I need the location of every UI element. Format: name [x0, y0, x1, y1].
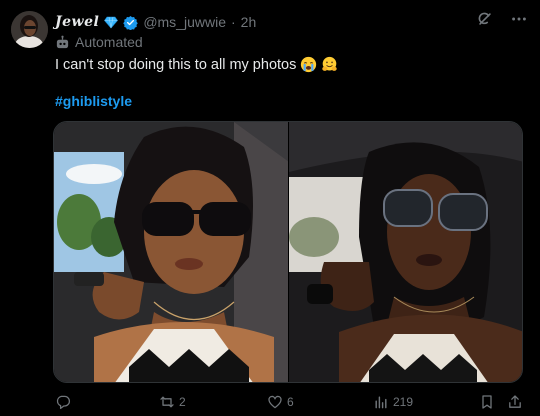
header-actions — [476, 10, 528, 28]
user-handle[interactable]: @ms_juwwie — [143, 14, 226, 30]
share-button[interactable] — [507, 394, 523, 410]
bookmark-button[interactable] — [479, 394, 495, 410]
hashtag-link[interactable]: #ghiblistyle — [55, 93, 132, 109]
verified-badge-icon — [123, 15, 139, 30]
reply-button[interactable] — [55, 394, 75, 410]
like-count: 6 — [287, 395, 294, 409]
ghibli-portrait-image — [54, 122, 288, 382]
repost-icon — [159, 394, 175, 410]
timestamp[interactable]: 2h — [241, 14, 257, 30]
tweet-header: Jewel @ms_juwwie · 2h — [55, 12, 256, 32]
original-selfie-image — [288, 122, 522, 382]
tweet-actions: 2 6 219 — [55, 394, 525, 414]
grok-icon[interactable] — [476, 10, 494, 28]
media-image-ghibli[interactable] — [54, 122, 288, 382]
avatar[interactable] — [11, 11, 48, 48]
tweet-text-content: I can't stop doing this to all my photos — [55, 56, 297, 73]
separator-dot: · — [231, 14, 236, 30]
hugging-face-emoji — [321, 56, 338, 73]
tweet-card[interactable]: Jewel @ms_juwwie · 2h Automated I can't … — [0, 0, 540, 416]
avatar-image — [11, 11, 48, 48]
views-count: 219 — [393, 395, 414, 409]
share-icon — [507, 394, 523, 410]
diamond-icon — [104, 15, 119, 29]
repost-button[interactable]: 2 — [159, 394, 186, 410]
reply-icon — [55, 394, 71, 410]
media-image-photo[interactable] — [288, 122, 522, 382]
repost-count: 2 — [179, 395, 186, 409]
media-grid — [53, 121, 523, 383]
more-options-icon[interactable] — [510, 10, 528, 28]
automated-label: Automated — [55, 34, 143, 50]
display-name[interactable]: Jewel — [55, 14, 99, 30]
bar-chart-icon — [373, 394, 389, 410]
heart-icon — [267, 394, 283, 410]
robot-icon — [55, 35, 70, 50]
tweet-text: I can't stop doing this to all my photos — [55, 56, 338, 73]
crying-face-emoji — [300, 56, 317, 73]
automated-text: Automated — [75, 34, 143, 50]
bookmark-icon — [479, 394, 495, 410]
views-button[interactable]: 219 — [373, 394, 413, 410]
like-button[interactable]: 6 — [267, 394, 294, 410]
